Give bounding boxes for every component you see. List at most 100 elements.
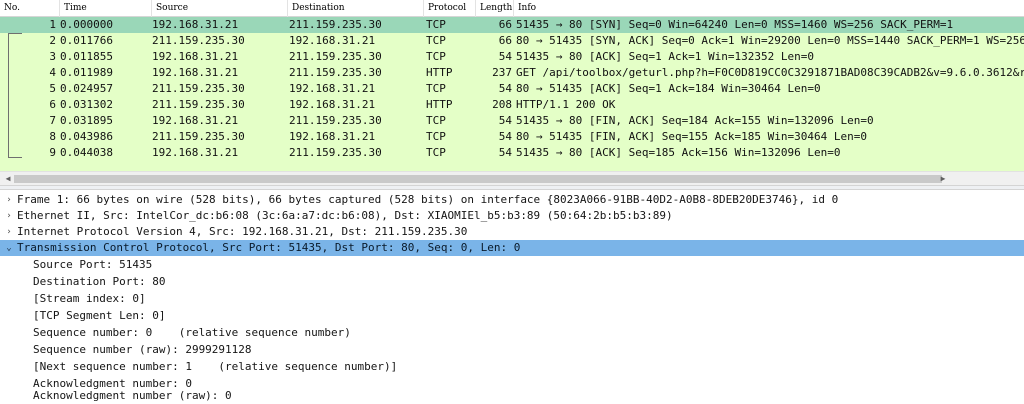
packet-destination: 192.168.31.21 — [289, 98, 376, 111]
tree-field-label: Sequence number (raw): 2999291128 — [33, 343, 252, 356]
packet-row[interactable]: 4 0.011989 192.168.31.21 211.159.235.30 … — [0, 65, 1024, 81]
conversation-bracket-end — [8, 157, 22, 158]
packet-list-filler — [0, 161, 1024, 171]
conversation-bracket-start — [8, 33, 22, 34]
packet-row[interactable]: 3 0.011855 192.168.31.21 211.159.235.30 … — [0, 49, 1024, 65]
packet-row[interactable]: 6 0.031302 211.159.235.30 192.168.31.21 … — [0, 97, 1024, 113]
tree-field-ack-number-raw[interactable]: Acknowledgment number (raw): 0 — [0, 388, 1024, 404]
packet-info: 51435 → 80 [SYN] Seq=0 Win=64240 Len=0 M… — [516, 18, 954, 31]
tree-field-next-sequence-number[interactable]: [Next sequence number: 1 (relative seque… — [0, 359, 1024, 375]
packet-row[interactable]: 5 0.024957 211.159.235.30 192.168.31.21 … — [0, 81, 1024, 97]
packet-info: 51435 → 80 [ACK] Seq=185 Ack=156 Win=132… — [516, 146, 841, 159]
packet-destination: 211.159.235.30 — [289, 66, 382, 79]
packet-length: 54 — [498, 82, 512, 95]
packet-destination: 192.168.31.21 — [289, 130, 376, 143]
column-header-time[interactable]: Time — [60, 0, 152, 17]
horizontal-scrollbar[interactable]: ◀ ▶ — [0, 171, 1024, 185]
column-header-info[interactable]: Info — [514, 0, 1024, 17]
column-header-protocol[interactable]: Protocol — [424, 0, 476, 17]
packet-source: 192.168.31.21 — [152, 50, 239, 63]
tree-field-label: Destination Port: 80 — [33, 275, 166, 288]
tree-field-segment-len[interactable]: [TCP Segment Len: 0] — [0, 308, 1024, 324]
collapse-arrow-icon[interactable]: ⌄ — [3, 240, 15, 256]
packet-protocol: TCP — [426, 114, 446, 127]
packet-info: 51435 → 80 [FIN, ACK] Seq=184 Ack=155 Wi… — [516, 114, 874, 127]
expand-arrow-icon[interactable]: › — [3, 224, 15, 240]
packet-info: HTTP/1.1 200 OK — [516, 98, 616, 111]
packet-length: 66 — [498, 34, 512, 47]
tree-field-stream-index[interactable]: [Stream index: 0] — [0, 291, 1024, 307]
packet-row[interactable]: 8 0.043986 211.159.235.30 192.168.31.21 … — [0, 129, 1024, 145]
tree-field-label: [Next sequence number: 1 (relative seque… — [33, 360, 398, 373]
tree-item-ipv4[interactable]: › Internet Protocol Version 4, Src: 192.… — [0, 224, 1024, 240]
column-header-source[interactable]: Source — [152, 0, 288, 17]
packet-length: 66 — [498, 18, 512, 31]
packet-list: No. Time Source Destination Protocol Len… — [0, 0, 1024, 187]
tree-field-sequence-number[interactable]: Sequence number: 0 (relative sequence nu… — [0, 325, 1024, 341]
packet-protocol: TCP — [426, 18, 446, 31]
packet-protocol: TCP — [426, 146, 446, 159]
tree-item-frame[interactable]: › Frame 1: 66 bytes on wire (528 bits), … — [0, 192, 1024, 208]
tree-field-label: Sequence number: 0 (relative sequence nu… — [33, 326, 351, 339]
packet-source: 211.159.235.30 — [152, 82, 245, 95]
tree-item-label: Frame 1: 66 bytes on wire (528 bits), 66… — [17, 193, 839, 206]
tree-field-label: [Stream index: 0] — [33, 292, 146, 305]
packet-time: 0.011766 — [60, 34, 113, 47]
packet-details-tree: › Frame 1: 66 bytes on wire (528 bits), … — [0, 190, 1024, 404]
packet-row[interactable]: 2 0.011766 211.159.235.30 192.168.31.21 … — [0, 33, 1024, 49]
packet-length: 54 — [498, 130, 512, 143]
packet-length: 54 — [498, 114, 512, 127]
tree-item-label: Transmission Control Protocol, Src Port:… — [17, 241, 521, 254]
packet-info: 51435 → 80 [ACK] Seq=1 Ack=1 Win=132352 … — [516, 50, 815, 63]
packet-destination: 192.168.31.21 — [289, 82, 376, 95]
packet-time: 0.024957 — [60, 82, 113, 95]
packet-source: 211.159.235.30 — [152, 130, 245, 143]
packet-row[interactable]: 1 0.000000 192.168.31.21 211.159.235.30 … — [0, 17, 1024, 33]
scroll-left-arrow-icon[interactable]: ◀ — [3, 174, 13, 184]
packet-source: 192.168.31.21 — [152, 66, 239, 79]
packet-time: 0.031895 — [60, 114, 113, 127]
packet-info: 80 → 51435 [FIN, ACK] Seq=155 Ack=185 Wi… — [516, 130, 867, 143]
packet-time: 0.011989 — [60, 66, 113, 79]
packet-no: 1 — [49, 18, 56, 31]
tree-field-label: Acknowledgment number (raw): 0 — [33, 389, 232, 402]
packet-protocol: TCP — [426, 82, 446, 95]
scroll-right-arrow-icon[interactable]: ▶ — [938, 174, 948, 184]
packet-destination: 211.159.235.30 — [289, 114, 382, 127]
packet-row[interactable]: 9 0.044038 192.168.31.21 211.159.235.30 … — [0, 145, 1024, 161]
packet-time: 0.044038 — [60, 146, 113, 159]
expand-arrow-icon[interactable]: › — [3, 208, 15, 224]
packet-source: 192.168.31.21 — [152, 114, 239, 127]
conversation-bracket — [8, 33, 9, 158]
tree-field-source-port[interactable]: Source Port: 51435 — [0, 257, 1024, 273]
packet-protocol: TCP — [426, 34, 446, 47]
packet-list-header: No. Time Source Destination Protocol Len… — [0, 0, 1024, 17]
tree-field-destination-port[interactable]: Destination Port: 80 — [0, 274, 1024, 290]
tree-field-label: [TCP Segment Len: 0] — [33, 309, 166, 322]
column-header-length[interactable]: Length — [476, 0, 514, 17]
packet-info: 80 → 51435 [SYN, ACK] Seq=0 Ack=1 Win=29… — [516, 34, 1024, 47]
tree-item-ethernet[interactable]: › Ethernet II, Src: IntelCor_dc:b6:08 (3… — [0, 208, 1024, 224]
packet-protocol: HTTP — [426, 98, 453, 111]
tree-field-label: Source Port: 51435 — [33, 258, 153, 271]
packet-info: 80 → 51435 [ACK] Seq=1 Ack=184 Win=30464… — [516, 82, 821, 95]
packet-length: 208 — [492, 98, 512, 111]
packet-info: GET /api/toolbox/geturl.php?h=F0C0D819CC… — [516, 66, 1024, 79]
tree-item-tcp[interactable]: ⌄ Transmission Control Protocol, Src Por… — [0, 240, 1024, 256]
packet-time: 0.043986 — [60, 130, 113, 143]
column-header-no[interactable]: No. — [0, 0, 60, 17]
tree-item-label: Internet Protocol Version 4, Src: 192.16… — [17, 225, 468, 238]
scrollbar-thumb[interactable] — [14, 175, 942, 183]
packet-source: 211.159.235.30 — [152, 98, 245, 111]
packet-destination: 211.159.235.30 — [289, 146, 382, 159]
packet-protocol: HTTP — [426, 66, 453, 79]
tree-field-sequence-number-raw[interactable]: Sequence number (raw): 2999291128 — [0, 342, 1024, 358]
packet-time: 0.031302 — [60, 98, 113, 111]
expand-arrow-icon[interactable]: › — [3, 192, 15, 208]
packet-protocol: TCP — [426, 50, 446, 63]
packet-row[interactable]: 7 0.031895 192.168.31.21 211.159.235.30 … — [0, 113, 1024, 129]
packet-length: 54 — [498, 146, 512, 159]
column-header-destination[interactable]: Destination — [288, 0, 424, 17]
packet-protocol: TCP — [426, 130, 446, 143]
packet-source: 211.159.235.30 — [152, 34, 245, 47]
